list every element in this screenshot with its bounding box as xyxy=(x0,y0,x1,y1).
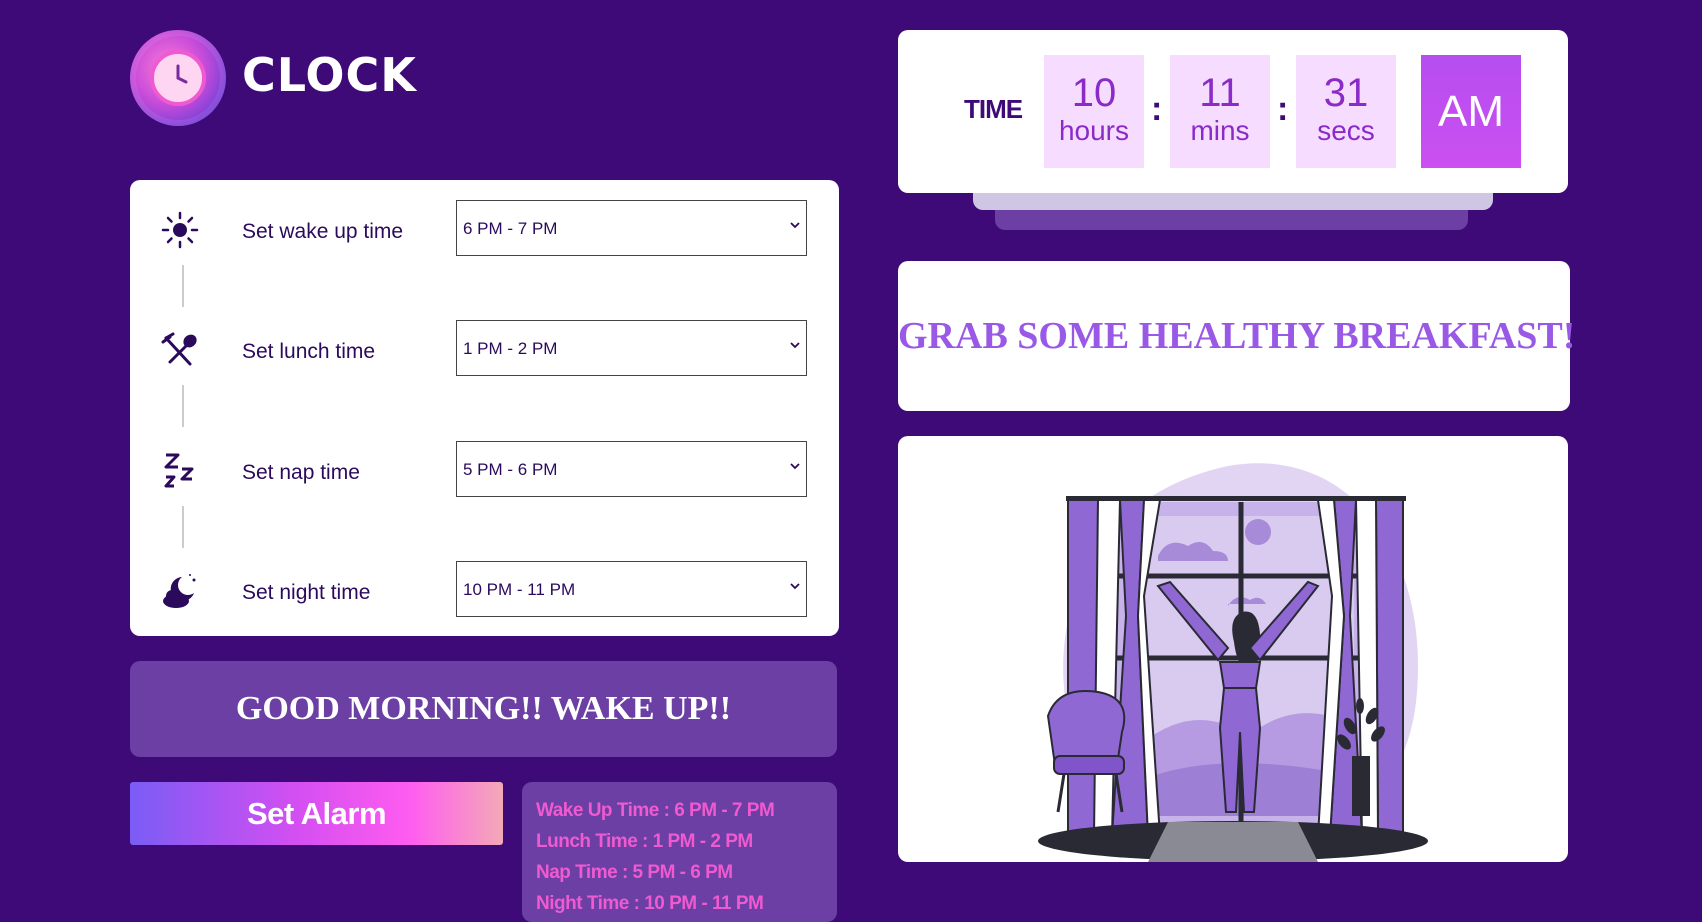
night-select[interactable]: 10 PM - 11 PM xyxy=(456,561,807,617)
hours-value: 10 xyxy=(1071,71,1117,115)
alarm-summary: Wake Up Time : 6 PM - 7 PM Lunch Time : … xyxy=(522,782,837,922)
lunch-label: Set lunch time xyxy=(242,340,376,363)
mins-box: 11 mins xyxy=(1170,55,1270,168)
chevron-down-icon xyxy=(790,342,800,349)
connector-line xyxy=(182,385,184,427)
summary-nap: Nap Time : 5 PM - 6 PM xyxy=(536,862,733,883)
wake-up-label: Set wake up time xyxy=(242,220,404,243)
app-title: CLOCK xyxy=(242,48,417,102)
summary-wake-up: Wake Up Time : 6 PM - 7 PM xyxy=(536,800,775,821)
morning-illustration xyxy=(898,436,1568,862)
nap-label: Set nap time xyxy=(242,461,360,484)
sun-icon xyxy=(161,211,199,249)
time-separator: : xyxy=(1151,90,1163,128)
zzz-icon xyxy=(164,453,194,488)
secs-value: 31 xyxy=(1323,71,1369,115)
schedule-panel: Set wake up time 6 PM - 7 PM Set lunch t… xyxy=(130,180,839,636)
secs-unit: secs xyxy=(1317,115,1375,146)
mins-value: 11 xyxy=(1199,71,1241,115)
connector-line xyxy=(182,506,184,548)
time-label: TIME xyxy=(964,94,1023,124)
greeting-banner: GOOD MORNING!! WAKE UP!! xyxy=(130,661,837,757)
lunch-row: Set lunch time 1 PM - 2 PM xyxy=(130,320,839,380)
wake-up-select[interactable]: 6 PM - 7 PM xyxy=(456,200,807,256)
connector-line xyxy=(182,265,184,307)
night-label: Set night time xyxy=(242,581,371,604)
woman-opening-curtains-illustration xyxy=(1038,463,1428,862)
lunch-select[interactable]: 1 PM - 2 PM xyxy=(456,320,807,376)
nap-row: Set nap time 5 PM - 6 PM xyxy=(130,441,839,501)
chevron-down-icon xyxy=(790,463,800,470)
moon-cloud-icon xyxy=(163,574,196,608)
period-indicator: AM xyxy=(1421,55,1521,168)
fork-knife-icon xyxy=(161,332,197,366)
nap-select[interactable]: 5 PM - 6 PM xyxy=(456,441,807,497)
secs-box: 31 secs xyxy=(1296,55,1396,168)
activity-message: GRAB SOME HEALTHY BREAKFAST! xyxy=(898,261,1575,411)
time-separator: : xyxy=(1277,90,1289,128)
summary-lunch: Lunch Time : 1 PM - 2 PM xyxy=(536,831,753,852)
nap-select-value: 5 PM - 6 PM xyxy=(463,460,558,479)
summary-night: Night Time : 10 PM - 11 PM xyxy=(536,893,764,914)
time-display: TIME 10 hours : 11 mins : 31 secs AM xyxy=(898,30,1568,193)
night-select-value: 10 PM - 11 PM xyxy=(463,580,576,599)
hours-box: 10 hours xyxy=(1044,55,1144,168)
lunch-select-value: 1 PM - 2 PM xyxy=(463,339,558,358)
chevron-down-icon xyxy=(790,583,800,590)
mins-unit: mins xyxy=(1190,115,1250,146)
wake-up-select-value: 6 PM - 7 PM xyxy=(463,219,558,238)
chevron-down-icon xyxy=(790,222,800,229)
set-alarm-button[interactable]: Set Alarm xyxy=(130,782,503,845)
hours-unit: hours xyxy=(1058,115,1130,146)
night-row: Set night time 10 PM - 11 PM xyxy=(130,561,839,621)
clock-logo-icon xyxy=(130,30,226,126)
wake-up-row: Set wake up time 6 PM - 7 PM xyxy=(130,200,839,260)
